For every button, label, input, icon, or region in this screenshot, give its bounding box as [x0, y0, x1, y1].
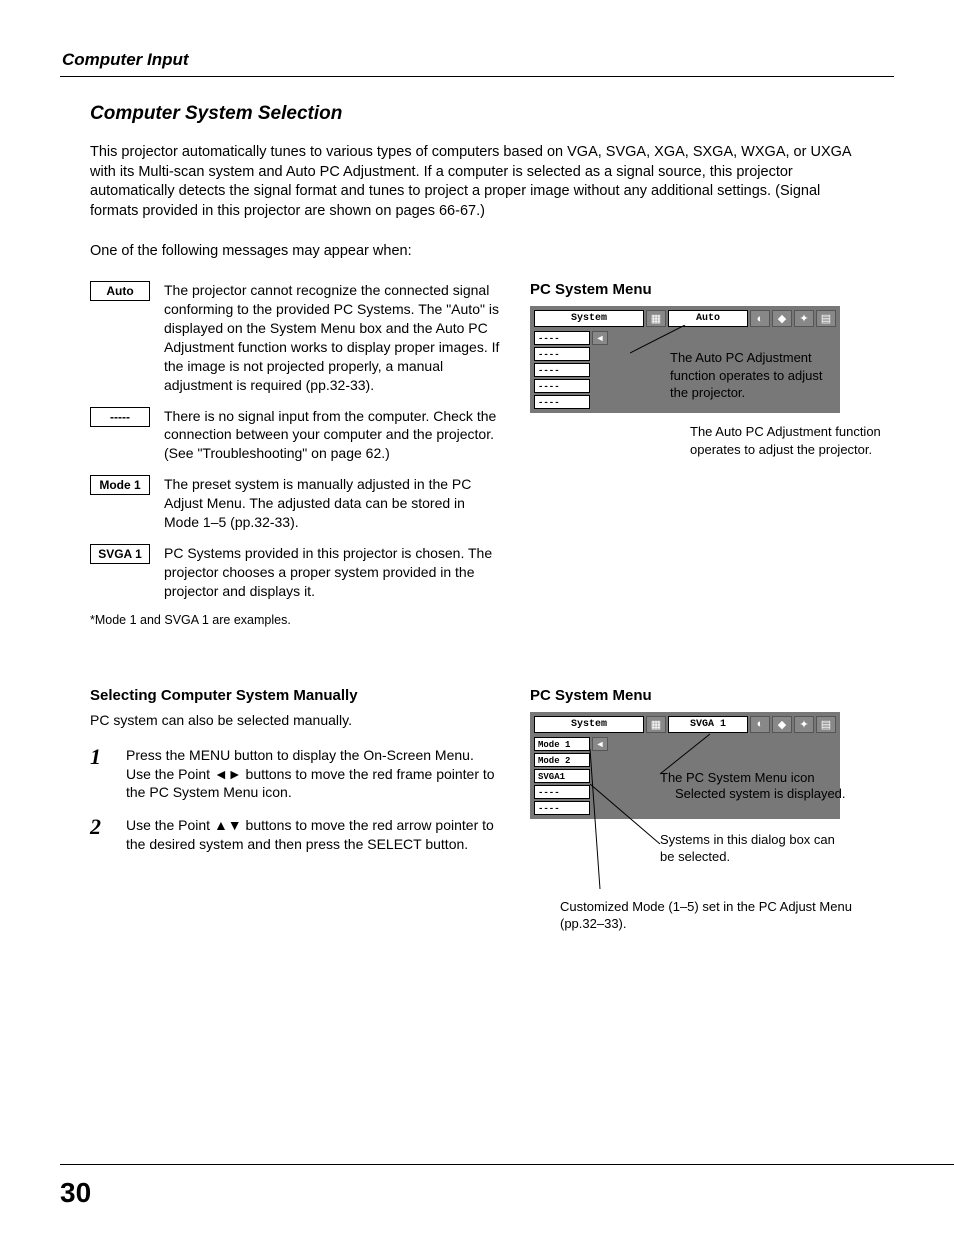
- menu1-item: ----: [534, 363, 590, 377]
- menu1-item: ----: [534, 347, 590, 361]
- menu-icon: ◆: [772, 310, 792, 327]
- page-number: 30: [60, 1177, 91, 1209]
- step-number: 1: [90, 746, 112, 803]
- rule-bottom: [60, 1164, 954, 1165]
- lead-line: One of the following messages may appear…: [90, 243, 894, 259]
- menu2-annot2: Systems in this dialog box can be select…: [660, 831, 850, 866]
- menu2-heading: PC System Menu: [530, 687, 894, 704]
- message-row: Mode 1 The preset system is manually adj…: [90, 475, 500, 532]
- intro-paragraph: This projector automatically tunes to va…: [90, 143, 870, 221]
- point-left-right-icon: ◄►: [214, 766, 242, 782]
- message-text: PC Systems provided in this projector is…: [164, 544, 500, 601]
- message-row: ----- There is no signal input from the …: [90, 407, 500, 464]
- message-row: Auto The projector cannot recognize the …: [90, 281, 500, 394]
- point-up-down-icon: ▲▼: [214, 817, 242, 833]
- step-text: Use the Point ▲▼ buttons to move the red…: [126, 816, 500, 854]
- message-text: The preset system is manually adjusted i…: [164, 475, 500, 532]
- tag-dashes: -----: [90, 407, 150, 427]
- manual-intro: PC system can also be selected manually.: [90, 712, 500, 728]
- menu1-item: ----: [534, 379, 590, 393]
- menu1-annotation: The Auto PC Adjustment function operates…: [670, 349, 840, 402]
- menu1-annotation-ext: The Auto PC Adjustment function operates…: [690, 423, 890, 458]
- message-text: There is no signal input from the comput…: [164, 407, 500, 464]
- manual-heading: Selecting Computer System Manually: [90, 687, 500, 704]
- section-header: Computer Input: [60, 50, 894, 70]
- menu-icon: ▤: [816, 310, 836, 327]
- menu2-annot1b: Selected system is displayed.: [675, 785, 855, 803]
- menu2-caption: Customized Mode (1–5) set in the PC Adju…: [560, 899, 870, 933]
- message-text: The projector cannot recognize the conne…: [164, 281, 500, 394]
- rule-top: [60, 76, 894, 77]
- tag-svga1: SVGA 1: [90, 544, 150, 564]
- page-title: Computer System Selection: [90, 103, 894, 125]
- tag-mode1: Mode 1: [90, 475, 150, 495]
- menu-icon: ✦: [794, 310, 814, 327]
- step-text-a: Use the Point: [126, 817, 214, 833]
- step-row: 2 Use the Point ▲▼ buttons to move the r…: [90, 816, 500, 854]
- message-row: SVGA 1 PC Systems provided in this proje…: [90, 544, 500, 601]
- menu1-heading: PC System Menu: [530, 281, 894, 298]
- menu-icon: ◐: [750, 310, 770, 327]
- step-number: 2: [90, 816, 112, 854]
- menu1-system-label: System: [534, 310, 644, 327]
- step-text: Press the MENU button to display the On-…: [126, 746, 500, 803]
- footnote: *Mode 1 and SVGA 1 are examples.: [90, 613, 500, 627]
- menu1-item: ----: [534, 395, 590, 409]
- step-row: 1 Press the MENU button to display the O…: [90, 746, 500, 803]
- tag-auto: Auto: [90, 281, 150, 301]
- menu1-figure: System ▦ Auto ◐ ◆ ✦ ▤ ---- ◄ -: [530, 306, 840, 413]
- menu2-annot1a: The PC System Menu icon: [660, 769, 850, 787]
- arrow-left-icon: ◄: [592, 331, 608, 345]
- menu1-item: ----: [534, 331, 590, 345]
